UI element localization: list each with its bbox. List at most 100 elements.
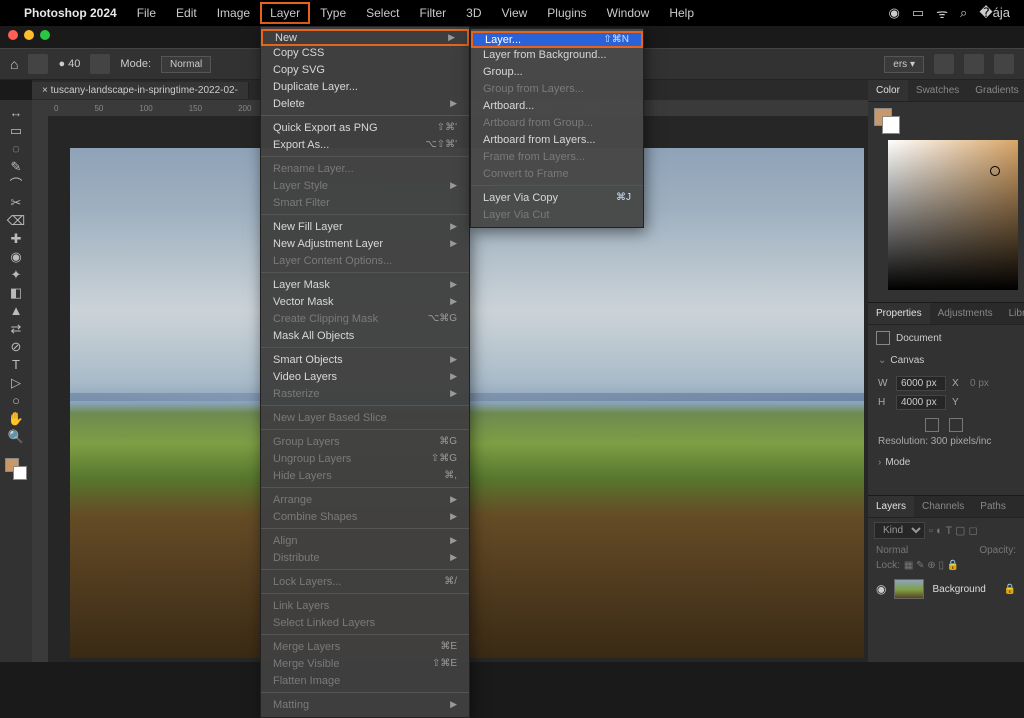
tab-color[interactable]: Color bbox=[868, 80, 908, 101]
tool-13[interactable]: ⊘ bbox=[5, 338, 27, 356]
filter-icon[interactable]: ▫ ◐ T ▢ ◻ bbox=[929, 524, 978, 537]
layers-panel-tabs: Layers Channels Paths bbox=[868, 496, 1024, 518]
tool-7[interactable]: ✚ bbox=[5, 230, 27, 248]
tool-15[interactable]: ▷ bbox=[5, 374, 27, 392]
menuitem-combine-shapes: Combine Shapes▶ bbox=[261, 508, 469, 525]
tab-channels[interactable]: Channels bbox=[914, 496, 972, 517]
tab-paths[interactable]: Paths bbox=[972, 496, 1014, 517]
color-swatches-tool[interactable] bbox=[5, 458, 27, 480]
menu-image[interactable]: Image bbox=[207, 2, 260, 24]
color-picker[interactable] bbox=[888, 140, 1018, 290]
tab-adjustments[interactable]: Adjustments bbox=[930, 303, 1001, 324]
tab-swatches[interactable]: Swatches bbox=[908, 80, 967, 101]
menu-layer[interactable]: Layer bbox=[260, 2, 310, 24]
menuitem-delete[interactable]: Delete▶ bbox=[261, 95, 469, 112]
blend-mode-select[interactable]: Normal bbox=[161, 56, 211, 73]
menu-3d[interactable]: 3D bbox=[456, 2, 491, 24]
opacity-label[interactable]: Opacity: bbox=[979, 545, 1016, 556]
submenuitem-artboard-[interactable]: Artboard... bbox=[471, 97, 643, 114]
submenuitem-artboard-from-layers-[interactable]: Artboard from Layers... bbox=[471, 131, 643, 148]
menuitem-flatten-image: Flatten Image bbox=[261, 672, 469, 689]
tool-18[interactable]: 🔍 bbox=[5, 428, 27, 446]
tool-17[interactable]: ✋ bbox=[5, 410, 27, 428]
menuitem-mask-all-objects[interactable]: Mask All Objects bbox=[261, 327, 469, 344]
tool-5[interactable]: ✂ bbox=[5, 194, 27, 212]
tab-libraries[interactable]: Libra bbox=[1001, 303, 1024, 324]
menu-edit[interactable]: Edit bbox=[166, 2, 207, 24]
submenuitem-layer-from-background-[interactable]: Layer from Background... bbox=[471, 46, 643, 63]
wifi-icon[interactable]: ᯤ bbox=[936, 4, 948, 22]
menuitem-copy-css[interactable]: Copy CSS bbox=[261, 44, 469, 61]
menuitem-duplicate-layer-[interactable]: Duplicate Layer... bbox=[261, 78, 469, 95]
submenuitem-layer-via-copy[interactable]: Layer Via Copy⌘J bbox=[471, 189, 643, 206]
menuitem-vector-mask[interactable]: Vector Mask▶ bbox=[261, 293, 469, 310]
tool-9[interactable]: ✦ bbox=[5, 266, 27, 284]
blend-mode[interactable]: Normal bbox=[876, 545, 908, 556]
menu-file[interactable]: File bbox=[127, 2, 166, 24]
menu-filter[interactable]: Filter bbox=[409, 2, 456, 24]
menuitem-layer-content-options-: Layer Content Options... bbox=[261, 252, 469, 269]
tool-1[interactable]: ▭ bbox=[5, 122, 27, 140]
opt-icon-1[interactable] bbox=[934, 54, 954, 74]
control-center-icon[interactable]: �ája bbox=[979, 5, 1010, 21]
fg-bg-swatch[interactable] bbox=[874, 108, 900, 134]
document-tab[interactable]: × tuscany-landscape-in-springtime-2022-0… bbox=[32, 82, 249, 99]
layer-filter-kind[interactable]: Kind bbox=[874, 522, 925, 539]
search-icon[interactable]: ⌕ bbox=[960, 5, 967, 21]
mode-section-label[interactable]: Mode bbox=[885, 457, 910, 468]
brush-size[interactable]: ● 40 bbox=[58, 58, 80, 70]
tool-0[interactable]: ↔ bbox=[5, 104, 27, 122]
menuitem-ungroup-layers: Ungroup Layers⇧⌘G bbox=[261, 450, 469, 467]
orientation-portrait-icon[interactable] bbox=[925, 418, 939, 432]
orientation-landscape-icon[interactable] bbox=[949, 418, 963, 432]
tab-layers[interactable]: Layers bbox=[868, 496, 914, 517]
menu-plugins[interactable]: Plugins bbox=[537, 2, 596, 24]
battery-icon[interactable]: ▭ bbox=[912, 5, 924, 21]
ruler-vertical bbox=[32, 116, 48, 662]
menu-type[interactable]: Type bbox=[310, 2, 356, 24]
tool-3[interactable]: ✎ bbox=[5, 158, 27, 176]
tab-gradients[interactable]: Gradients bbox=[967, 80, 1024, 101]
tool-11[interactable]: ▲ bbox=[5, 302, 27, 320]
menuitem-export-as-[interactable]: Export As...⌥⇧⌘' bbox=[261, 136, 469, 153]
window-traffic-lights[interactable] bbox=[8, 30, 50, 40]
menuitem-new-fill-layer[interactable]: New Fill Layer▶ bbox=[261, 218, 469, 235]
width-input[interactable] bbox=[896, 376, 946, 391]
home-icon[interactable]: ⌂ bbox=[10, 56, 18, 72]
visibility-icon[interactable]: ◉ bbox=[876, 582, 886, 596]
tool-10[interactable]: ◧ bbox=[5, 284, 27, 302]
menuitem-lock-layers-: Lock Layers...⌘/ bbox=[261, 573, 469, 590]
layers-dropdown[interactable]: ers ▾ bbox=[884, 56, 924, 73]
layer-thumbnail[interactable] bbox=[894, 579, 924, 599]
tool-4[interactable]: ⌒ bbox=[5, 176, 27, 194]
lock-icons[interactable]: ▦ ✎ ⊕ ▯ 🔒 bbox=[904, 560, 959, 571]
tool-8[interactable]: ◉ bbox=[5, 248, 27, 266]
tool-2[interactable]: ◌ bbox=[5, 140, 27, 158]
tool-12[interactable]: ⇄ bbox=[5, 320, 27, 338]
menuitem-layer-mask[interactable]: Layer Mask▶ bbox=[261, 276, 469, 293]
layer-name: Background bbox=[932, 584, 985, 595]
menu-window[interactable]: Window bbox=[597, 2, 660, 24]
brush-settings-icon[interactable] bbox=[90, 54, 110, 74]
submenuitem-group-[interactable]: Group... bbox=[471, 63, 643, 80]
opt-icon-2[interactable] bbox=[964, 54, 984, 74]
layer-row-background[interactable]: ◉ Background 🔒 bbox=[868, 573, 1024, 605]
menuitem-smart-objects[interactable]: Smart Objects▶ bbox=[261, 351, 469, 368]
menu-view[interactable]: View bbox=[492, 2, 538, 24]
tool-preset-icon[interactable] bbox=[28, 54, 48, 74]
menu-select[interactable]: Select bbox=[356, 2, 409, 24]
menuitem-new-adjustment-layer[interactable]: New Adjustment Layer▶ bbox=[261, 235, 469, 252]
tool-14[interactable]: T bbox=[5, 356, 27, 374]
menuitem-quick-export-as-png[interactable]: Quick Export as PNG⇧⌘' bbox=[261, 119, 469, 136]
lock-icon[interactable]: 🔒 bbox=[1004, 584, 1016, 595]
canvas-section-label[interactable]: Canvas bbox=[890, 355, 924, 366]
tab-properties[interactable]: Properties bbox=[868, 303, 930, 324]
menuitem-video-layers[interactable]: Video Layers▶ bbox=[261, 368, 469, 385]
tool-6[interactable]: ⌫ bbox=[5, 212, 27, 230]
record-icon[interactable]: ◉ bbox=[889, 5, 900, 21]
tool-16[interactable]: ○ bbox=[5, 392, 27, 410]
opt-icon-3[interactable] bbox=[994, 54, 1014, 74]
menuitem-copy-svg[interactable]: Copy SVG bbox=[261, 61, 469, 78]
menu-help[interactable]: Help bbox=[659, 2, 704, 24]
height-input[interactable] bbox=[896, 395, 946, 410]
